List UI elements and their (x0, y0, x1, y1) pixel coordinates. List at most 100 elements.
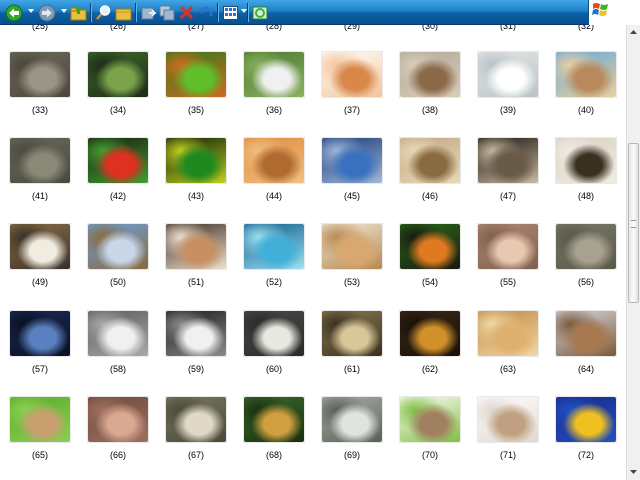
thumbnail-image[interactable] (478, 138, 538, 183)
delete-button[interactable] (176, 3, 196, 22)
thumbnail-image[interactable] (478, 224, 538, 269)
thumbnail-caption: (44) (265, 191, 282, 201)
thumbnail-caption: (61) (343, 364, 360, 374)
thumbnail-caption: (54) (421, 277, 438, 287)
scrollbar-grip (631, 220, 636, 228)
thumbnail-image[interactable] (10, 311, 70, 356)
thumbnail-caption: (40) (577, 105, 594, 115)
thumbnail-image[interactable] (166, 138, 226, 183)
thumbnail-image[interactable] (10, 138, 70, 183)
thumbnail-image[interactable] (556, 52, 616, 97)
thumbnail-caption: (53) (343, 277, 360, 287)
thumbnail-image[interactable] (88, 397, 148, 442)
folder-up-button[interactable] (68, 3, 88, 22)
thumbnail-image[interactable] (10, 397, 70, 442)
thumbnail-caption: (68) (265, 450, 282, 460)
thumbnail-image[interactable] (322, 224, 382, 269)
undo-button[interactable] (195, 3, 215, 22)
thumbnail-caption: (33) (31, 105, 48, 115)
thumbnail-image[interactable] (478, 397, 538, 442)
thumbnail-caption: (46) (421, 191, 438, 201)
forward-button[interactable] (36, 3, 58, 22)
thumbnail-image[interactable] (400, 397, 460, 442)
thumbnail-caption: (36) (265, 105, 282, 115)
scroll-up-icon (630, 29, 637, 34)
thumbnail-image[interactable] (166, 311, 226, 356)
thumbnail-caption: (59) (187, 364, 204, 374)
folders-icon (115, 8, 131, 20)
scrollbar-thumb[interactable] (628, 143, 639, 303)
views-button[interactable] (220, 3, 240, 22)
thumbnail-image[interactable] (88, 138, 148, 183)
thumbnail-image[interactable] (10, 224, 70, 269)
slideshow-button[interactable] (250, 3, 270, 22)
thumbnail-image[interactable] (10, 52, 70, 97)
thumbnail-image[interactable] (88, 52, 148, 97)
thumbnail-image[interactable] (400, 138, 460, 183)
thumbnail-image[interactable] (322, 138, 382, 183)
thumbnail-image[interactable] (244, 311, 304, 356)
thumbnail-image[interactable] (244, 224, 304, 269)
thumbnail-caption: (66) (109, 450, 126, 460)
windows-flag-icon (592, 3, 608, 16)
thumbnail-image[interactable] (478, 52, 538, 97)
search-button[interactable] (93, 3, 113, 22)
thumbnail-view: (25) (26) (27) (28) (29) (30) (31) (32) (33) (34)… (0, 25, 626, 480)
thumbnail-caption: (43) (187, 191, 204, 201)
thumbnail-image[interactable] (322, 52, 382, 97)
thumbnail-caption: (50) (109, 277, 126, 287)
thumbnail-image[interactable] (88, 224, 148, 269)
thumbnail-image[interactable] (322, 397, 382, 442)
thumbnail-caption: (52) (265, 277, 282, 287)
thumbnail-caption: (65) (31, 450, 48, 460)
back-button[interactable] (3, 3, 25, 22)
move-to-icon (141, 7, 157, 19)
thumbnail-image[interactable] (400, 311, 460, 356)
thumbnail-caption: (32) (577, 25, 594, 31)
thumbnail-image[interactable] (400, 52, 460, 97)
forward-dropdown-icon[interactable] (61, 9, 67, 13)
thumbnail-caption: (39) (499, 105, 516, 115)
thumbnail-image[interactable] (400, 224, 460, 269)
thumbnail-caption: (26) (109, 25, 126, 31)
thumbnail-caption: (27) (187, 25, 204, 31)
thumbnail-image[interactable] (244, 138, 304, 183)
back-dropdown-icon[interactable] (28, 9, 34, 13)
thumbnail-caption: (28) (265, 25, 282, 31)
thumbnail-image[interactable] (88, 311, 148, 356)
scroll-up-button[interactable] (627, 25, 640, 38)
thumbnail-caption: (67) (187, 450, 204, 460)
thumbnail-image[interactable] (556, 311, 616, 356)
thumbnail-image[interactable] (556, 397, 616, 442)
thumbnail-caption: (71) (499, 450, 516, 460)
thumbnail-caption: (56) (577, 277, 594, 287)
slideshow-icon (252, 6, 268, 19)
thumbnail-caption: (37) (343, 105, 360, 115)
thumbnail-image[interactable] (556, 138, 616, 183)
thumbnail-caption: (49) (31, 277, 48, 287)
delete-icon (179, 5, 193, 20)
toolbar-separator (247, 3, 248, 22)
scroll-down-button[interactable] (627, 465, 640, 478)
folders-button[interactable] (113, 3, 133, 22)
thumbnail-caption: (35) (187, 105, 204, 115)
thumbnail-image[interactable] (166, 52, 226, 97)
move-to-button[interactable] (138, 3, 158, 22)
copy-to-button[interactable] (157, 3, 177, 22)
search-icon (95, 5, 110, 20)
thumbnail-image[interactable] (322, 311, 382, 356)
thumbnail-caption: (64) (577, 364, 594, 374)
vertical-scrollbar[interactable] (626, 25, 640, 480)
thumbnail-image[interactable] (244, 52, 304, 97)
thumbnail-caption: (57) (31, 364, 48, 374)
thumbnail-image[interactable] (166, 224, 226, 269)
thumbnail-image[interactable] (166, 397, 226, 442)
thumbnail-caption: (38) (421, 105, 438, 115)
thumbnail-image[interactable] (556, 224, 616, 269)
thumbnail-caption: (58) (109, 364, 126, 374)
scroll-down-icon (630, 469, 637, 474)
thumbnail-caption: (25) (31, 25, 48, 31)
thumbnail-image[interactable] (244, 397, 304, 442)
thumbnail-image[interactable] (478, 311, 538, 356)
thumbnail-caption: (48) (577, 191, 594, 201)
